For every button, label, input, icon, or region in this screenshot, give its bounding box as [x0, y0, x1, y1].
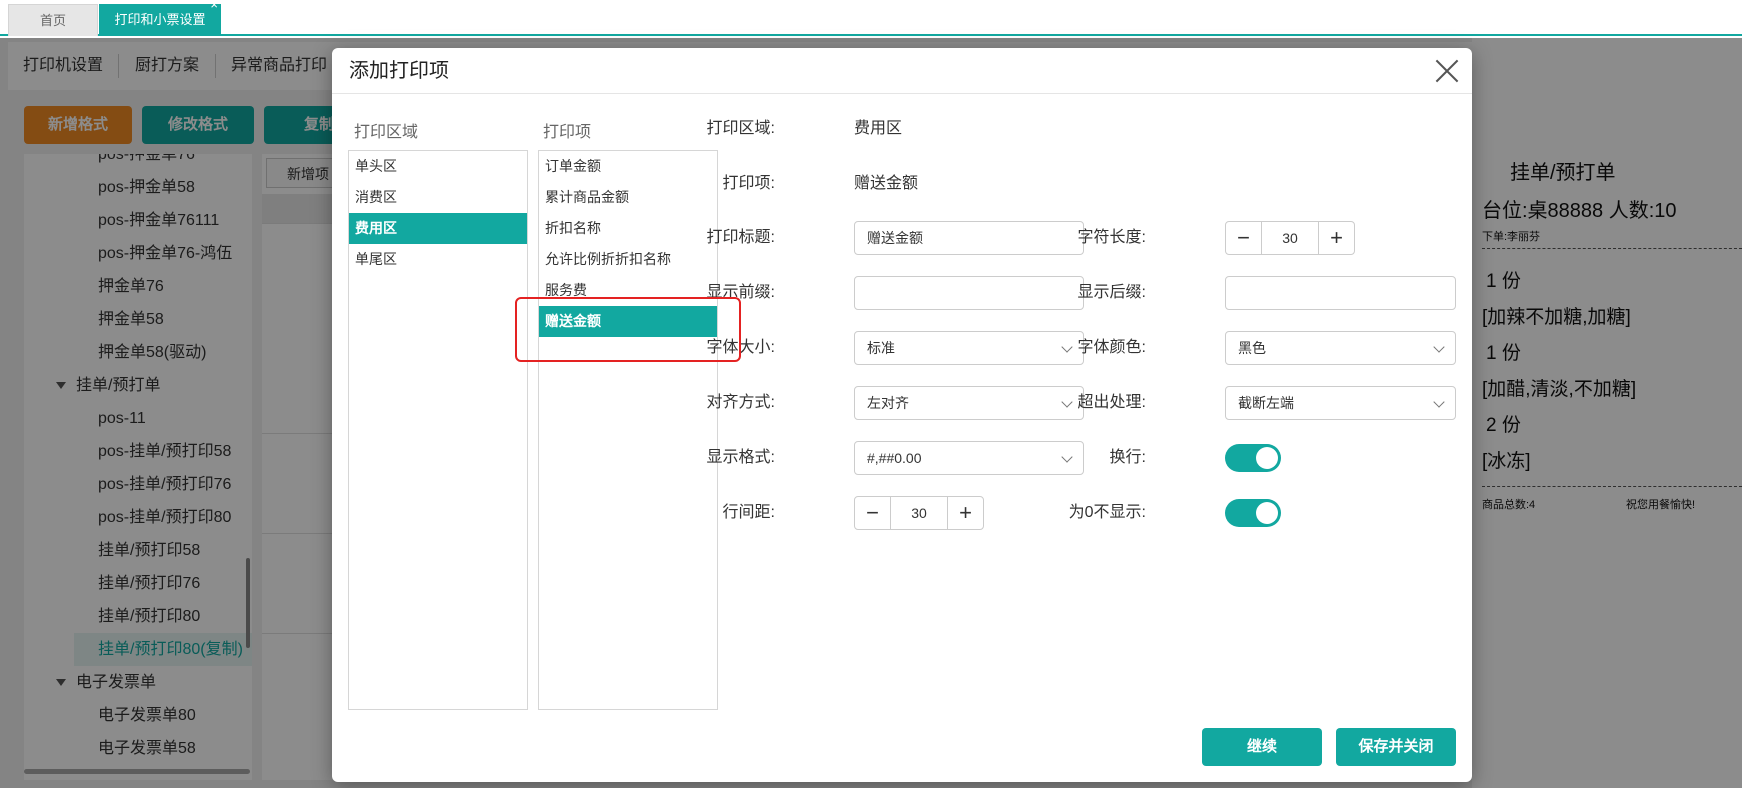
show-zero-label: 为0不显示: [1068, 504, 1146, 521]
item-value: 赠送金额 [854, 175, 919, 192]
align-label: 对齐方式: [706, 394, 775, 411]
tab-label: 打印和小票设置 [114, 12, 206, 27]
line-spacing-value[interactable]: 30 [891, 497, 947, 529]
area-label: 打印区域: [706, 120, 775, 137]
tab-close-icon[interactable]: × [210, 0, 218, 15]
char-length-label: 字符长度: [1077, 229, 1146, 246]
area-item[interactable]: 消费区 [349, 182, 527, 213]
toggle-knob [1256, 502, 1278, 524]
toggle-knob [1256, 447, 1278, 469]
format-label: 显示格式: [706, 449, 775, 466]
align-value: 左对齐 [867, 395, 909, 411]
print-area-list: 单头区 消费区 费用区 单尾区 [348, 150, 528, 710]
overflow-select[interactable]: 截断左端 [1225, 386, 1456, 420]
font-color-label: 字体颜色: [1077, 339, 1146, 356]
overflow-label: 超出处理: [1077, 394, 1146, 411]
font-size-value: 标准 [867, 340, 895, 356]
line-spacing-stepper: − 30 + [854, 496, 984, 530]
line-spacing-label: 行间距: [722, 504, 775, 521]
font-color-select[interactable]: 黑色 [1225, 331, 1456, 365]
save-close-button[interactable]: 保存并关闭 [1336, 728, 1456, 766]
print-items-header: 打印项 [543, 124, 592, 141]
tab-home[interactable]: 首页 [8, 4, 98, 36]
wrap-toggle[interactable] [1225, 444, 1281, 472]
format-value: #,##0.00 [867, 450, 922, 466]
chevron-down-icon [1433, 341, 1445, 353]
title-label: 打印标题: [706, 229, 775, 246]
tab-bar: 首页 打印和小票设置 × [0, 0, 1742, 36]
hide-zero-toggle[interactable] [1225, 499, 1281, 527]
highlight-box [515, 297, 741, 362]
minus-icon[interactable]: − [1226, 222, 1262, 254]
minus-icon[interactable]: − [855, 497, 891, 529]
continue-button[interactable]: 继续 [1202, 728, 1322, 766]
area-item-selected[interactable]: 费用区 [349, 213, 527, 244]
suffix-label: 显示后缀: [1077, 284, 1146, 301]
area-item[interactable]: 单尾区 [349, 244, 527, 275]
tab-print-settings[interactable]: 打印和小票设置 × [99, 0, 221, 36]
chevron-down-icon [1433, 396, 1445, 408]
char-length-stepper: − 30 + [1225, 221, 1355, 255]
overflow-value: 截断左端 [1238, 395, 1294, 411]
font-color-value: 黑色 [1238, 340, 1266, 356]
wrap-label: 换行: [1109, 449, 1146, 466]
plus-icon[interactable]: + [1318, 222, 1354, 254]
area-item[interactable]: 单头区 [349, 151, 527, 182]
char-length-value[interactable]: 30 [1262, 222, 1318, 254]
plus-icon[interactable]: + [947, 497, 983, 529]
dialog-header: 添加打印项 [332, 48, 1472, 94]
item-label: 打印项: [722, 175, 775, 192]
suffix-input[interactable] [1225, 276, 1456, 310]
close-icon[interactable] [1434, 58, 1460, 84]
print-area-header: 打印区域 [354, 124, 419, 141]
dialog-title: 添加打印项 [349, 60, 449, 82]
add-print-item-dialog: 添加打印项 打印区域 打印项 单头区 消费区 费用区 单尾区 订单金额 累计商品… [332, 48, 1472, 782]
area-value: 费用区 [854, 120, 903, 137]
